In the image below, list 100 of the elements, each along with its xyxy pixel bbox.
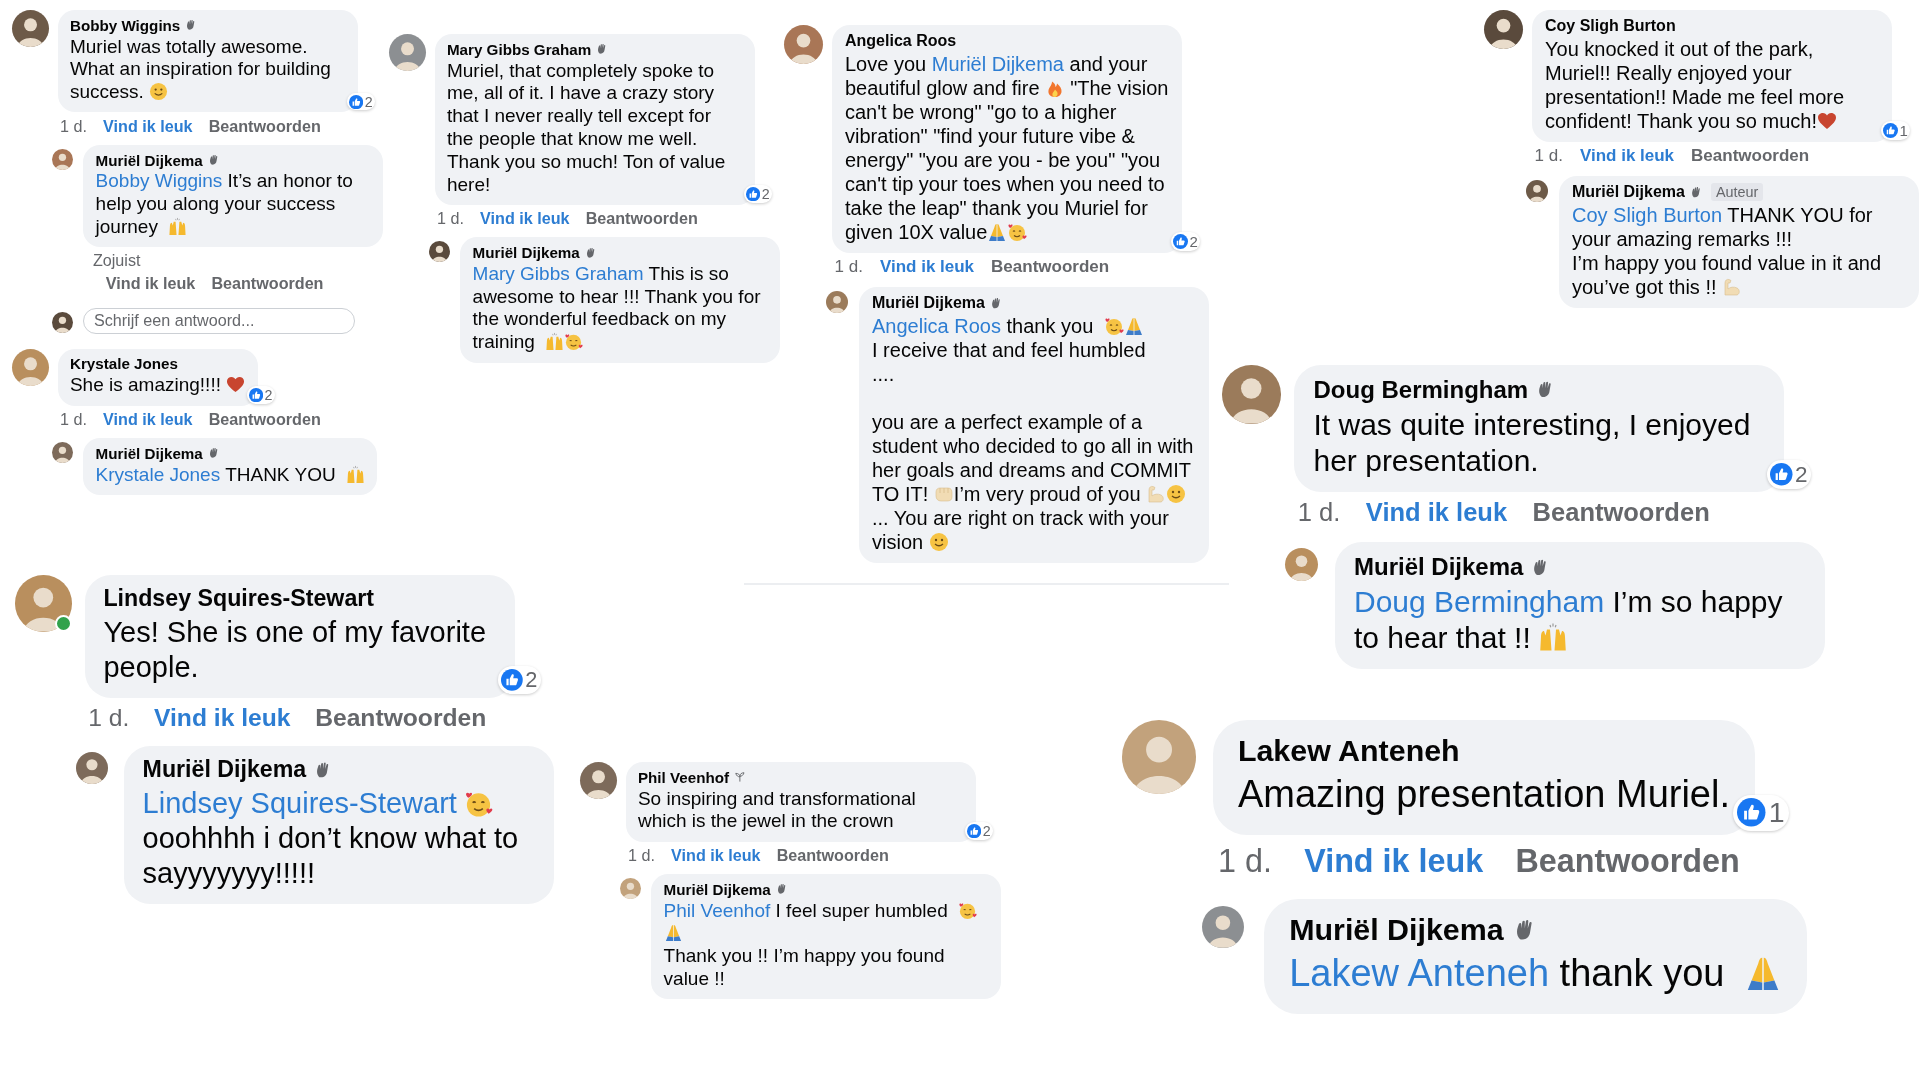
reaction-count: 2	[982, 822, 991, 839]
reaction-badge[interactable]: 2	[1767, 460, 1811, 489]
reply-text: Lakew Anteneh thank you	[1289, 950, 1783, 997]
reaction-count: 2	[264, 386, 273, 403]
reply-link[interactable]: Beantwoorden	[776, 845, 889, 865]
mention-link[interactable]: Muriël Dijkema	[931, 53, 1064, 75]
raised-hands-icon	[345, 464, 365, 484]
author-name[interactable]: Muriël Dijkema	[872, 294, 985, 313]
author-name[interactable]: Muriël Dijkema	[95, 444, 203, 462]
reaction-badge[interactable]: 2	[1170, 232, 1200, 251]
timestamp: 1 d.	[60, 116, 87, 136]
reaction-count: 1	[1899, 122, 1908, 139]
like-link[interactable]: Vind ik leuk	[1304, 842, 1484, 880]
comment-text: She is amazing!!!!	[69, 374, 246, 398]
timestamp: 1 d.	[1297, 498, 1341, 528]
reply-link[interactable]: Beantwoorden	[585, 208, 698, 228]
like-link[interactable]: Vind ik leuk	[1365, 498, 1508, 528]
avatar	[51, 148, 73, 170]
timestamp: 1 d.	[1218, 842, 1272, 880]
smiley-icon	[928, 532, 949, 553]
like-link[interactable]: Vind ik leuk	[105, 273, 196, 293]
avatar	[619, 877, 641, 899]
reaction-count: 2	[761, 186, 770, 203]
like-link[interactable]: Vind ik leuk	[480, 208, 570, 228]
like-link[interactable]: Vind ik leuk	[671, 845, 761, 865]
mention-link[interactable]: Coy Sligh Burton	[1572, 204, 1723, 227]
like-icon	[1172, 234, 1188, 249]
reply-field[interactable]: Schrijf een antwoord...	[83, 307, 355, 334]
praying-hands-icon	[663, 923, 683, 943]
author-name[interactable]: Muriël Dijkema	[95, 151, 203, 169]
author-name[interactable]: Angelica Roos	[845, 32, 957, 50]
reaction-badge[interactable]: 2	[498, 666, 541, 695]
like-icon	[745, 186, 761, 202]
author-name[interactable]: Mary Gibbs Graham	[446, 40, 592, 58]
author-name[interactable]: Phil Veenhof	[637, 768, 730, 786]
mention-link[interactable]: Angelica Roos	[872, 315, 1001, 338]
author-name[interactable]: Muriël Dijkema	[663, 880, 771, 898]
hearts-face-icon	[1007, 222, 1028, 242]
hearts-face-icon	[1103, 316, 1124, 337]
avatar	[1526, 180, 1548, 203]
like-link[interactable]: Vind ik leuk	[103, 409, 193, 429]
reply-link[interactable]: Beantwoorden	[208, 116, 321, 136]
reply-link[interactable]: Beantwoorden	[1532, 498, 1710, 528]
author-name[interactable]: Krystale Jones	[69, 355, 178, 373]
smiley-icon	[149, 81, 169, 101]
reaction-count: 2	[364, 93, 373, 110]
comment-text: So inspiring and transformational which is the jewel in the crown	[637, 787, 917, 834]
mention-link[interactable]: Krystale Jones	[95, 463, 221, 485]
mention-link[interactable]: Doug Bermingham	[1354, 584, 1605, 618]
avatar	[75, 752, 108, 784]
avatar	[51, 441, 73, 463]
raised-hands-icon	[1538, 622, 1569, 653]
like-link[interactable]: Vind ik leuk	[1579, 146, 1675, 167]
praying-hands-icon	[987, 222, 1008, 242]
reply-link[interactable]: Beantwoorden	[208, 409, 321, 429]
author-name[interactable]: Coy Sligh Burton	[1545, 17, 1676, 35]
reply-text: Doug Bermingham I’m so happy to hear that !!	[1354, 583, 1784, 656]
mention-link[interactable]: Mary Gibbs Graham	[472, 262, 644, 284]
avatar	[1285, 548, 1318, 582]
flexed-arm-icon	[1721, 277, 1742, 298]
mention-link[interactable]: Lindsey Squires-Stewart	[142, 787, 457, 820]
reply-link[interactable]: Beantwoorden	[991, 257, 1110, 278]
author-name[interactable]: Muriël Dijkema	[472, 243, 580, 261]
author-name[interactable]: Muriël Dijkema	[1572, 183, 1685, 202]
heart-icon	[226, 375, 246, 395]
author-name[interactable]: Lakew Anteneh	[1237, 733, 1460, 769]
avatar	[826, 291, 848, 314]
flexed-arm-icon	[1146, 484, 1167, 505]
comment-text: It was quite interesting, I enjoyed her presentation.	[1313, 406, 1752, 479]
reaction-badge[interactable]: 1	[1733, 794, 1789, 831]
like-icon	[966, 823, 982, 838]
reply-link[interactable]: Beantwoorden	[1515, 842, 1740, 880]
like-link[interactable]: Vind ik leuk	[154, 703, 291, 732]
reaction-count: 2	[1189, 233, 1198, 250]
author-name[interactable]: Muriël Dijkema	[1289, 912, 1504, 948]
like-link[interactable]: Vind ik leuk	[103, 116, 193, 136]
reply-link[interactable]: Beantwoorden	[315, 703, 487, 732]
reply-link[interactable]: Beantwoorden	[211, 273, 324, 293]
author-tag: Auteur	[1710, 183, 1764, 201]
author-name[interactable]: Doug Bermingham	[1313, 375, 1529, 404]
timestamp: 1 d.	[437, 208, 464, 228]
like-icon	[348, 94, 364, 109]
author-name[interactable]: Bobby Wiggins	[69, 16, 181, 34]
reaction-count: 2	[1795, 461, 1808, 488]
like-link[interactable]: Vind ik leuk	[879, 257, 975, 278]
author-name[interactable]: Muriël Dijkema	[142, 756, 307, 784]
author-name[interactable]: Muriël Dijkema	[1354, 552, 1524, 581]
reply-text: Coy Sligh Burton THANK YOU for your amazing remarks !!! I’m happy you found value in it and you’ve got this !!	[1572, 203, 1883, 300]
avatar	[51, 312, 73, 334]
timestamp: Zojuist	[92, 250, 142, 270]
author-name[interactable]: Lindsey Squires-Stewart	[103, 585, 375, 613]
mention-link[interactable]: Lakew Anteneh	[1289, 951, 1550, 994]
fist-icon	[933, 484, 954, 505]
timestamp: 1 d.	[60, 409, 87, 429]
reaction-badge[interactable]: 1	[1880, 121, 1910, 140]
avatar	[428, 241, 450, 262]
mention-link[interactable]: Bobby Wiggins	[95, 170, 223, 192]
reaction-count: 1	[1768, 796, 1785, 830]
mention-link[interactable]: Phil Veenhof	[663, 899, 771, 921]
reply-link[interactable]: Beantwoorden	[1691, 146, 1810, 167]
